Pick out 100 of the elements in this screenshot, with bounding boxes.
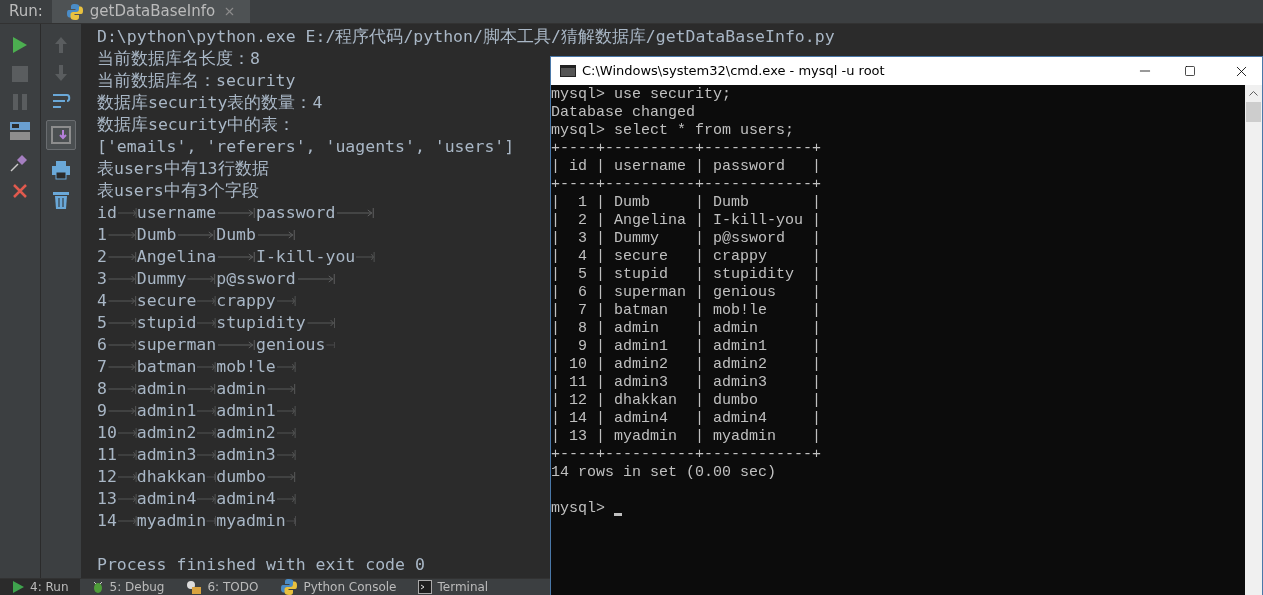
cmd-line: Database changed xyxy=(551,104,696,121)
cmd-line: | 5 | stupid | stupidity | xyxy=(551,266,822,283)
console-value: I-kill-you xyxy=(255,246,356,268)
print-icon[interactable] xyxy=(51,160,71,180)
console-value: dumbo xyxy=(216,466,266,488)
tool-window-tab[interactable]: Terminal xyxy=(407,579,500,595)
pause-icon[interactable] xyxy=(13,94,27,110)
play-icon[interactable] xyxy=(12,36,28,54)
console-window-icon xyxy=(560,65,576,77)
scroll-down-icon xyxy=(51,126,71,144)
tab-arrow-icon xyxy=(196,362,217,372)
scroll-to-end-button[interactable] xyxy=(46,120,76,150)
cmd-line: | 6 | superman | genious | xyxy=(551,284,822,301)
layout-icon[interactable] xyxy=(10,122,30,140)
console-value: myadmin xyxy=(136,510,207,532)
tab-arrow-icon xyxy=(206,472,217,482)
tab-arrow-icon xyxy=(216,340,256,350)
tab-arrow-icon xyxy=(106,318,137,328)
console-line: 当前数据库名：security xyxy=(97,71,296,90)
console-line: 数据库security表的数量：4 xyxy=(97,93,323,112)
cmd-line: | 7 | batman | mob!le | xyxy=(551,302,822,319)
python-icon xyxy=(65,2,84,21)
console-value: p@ssword xyxy=(216,268,296,290)
tab-arrow-icon xyxy=(275,428,296,438)
tool-window-tab[interactable]: 6: TODO xyxy=(175,579,270,595)
tab-arrow-icon xyxy=(325,340,336,350)
tab-arrow-icon xyxy=(255,230,296,240)
todo-icon xyxy=(186,580,203,594)
tab-arrow-icon xyxy=(265,472,296,482)
console-value: admin3 xyxy=(216,444,276,466)
console-value: 11 xyxy=(97,444,117,466)
scrollbar[interactable] xyxy=(1245,85,1262,595)
tab-arrow-icon xyxy=(196,428,217,438)
cmd-line: +----+----------+------------+ xyxy=(551,140,822,157)
tab-arrow-icon xyxy=(216,252,256,262)
console-line: D:\python\python.exe E:/程序代码/python/脚本工具/猜解数据库/getDataBaseInfo.py xyxy=(97,27,835,46)
tab-arrow-icon xyxy=(275,296,296,306)
cmd-line: | 8 | admin | admin | xyxy=(551,320,822,337)
tab-arrow-icon xyxy=(335,208,376,218)
tab-arrow-icon xyxy=(106,252,137,262)
console-value: 13 xyxy=(97,488,117,510)
tab-arrow-icon xyxy=(106,296,137,306)
tab-arrow-icon xyxy=(196,494,217,504)
tab-arrow-icon xyxy=(275,494,296,504)
tool-window-tab[interactable]: 5: Debug xyxy=(79,579,176,595)
tab-arrow-icon xyxy=(106,362,137,372)
tab-arrow-icon xyxy=(305,318,336,328)
cmd-line: | id | username | password | xyxy=(551,158,822,175)
cmd-line: 14 rows in set (0.00 sec) xyxy=(551,464,777,481)
console-value: mob!le xyxy=(216,356,276,378)
tab-arrow-icon xyxy=(196,296,217,306)
console-value: myadmin xyxy=(216,510,286,532)
tab-arrow-icon xyxy=(206,516,217,526)
console-line: 表users中有3个字段 xyxy=(97,181,259,200)
tab-arrow-icon xyxy=(106,406,137,416)
tab-arrow-icon xyxy=(176,230,217,240)
down-arrow-icon[interactable] xyxy=(54,64,68,82)
tab-arrow-icon xyxy=(106,274,137,284)
tab-arrow-icon xyxy=(196,450,217,460)
console-value: superman xyxy=(136,334,217,356)
tool-window-tab[interactable]: Python Console xyxy=(269,579,408,595)
console-line: 数据库security中的表： xyxy=(97,115,296,134)
tab-arrow-icon xyxy=(116,208,137,218)
scrollbar-thumb[interactable] xyxy=(1246,102,1261,122)
scroll-up-icon[interactable] xyxy=(1249,91,1258,96)
cmd-line: | 2 | Angelina | I-kill-you | xyxy=(551,212,822,229)
soft-wrap-icon[interactable] xyxy=(51,92,71,110)
cmd-line: | 1 | Dumb | Dumb | xyxy=(551,194,822,211)
tab-arrow-icon xyxy=(186,274,217,284)
tab-arrow-icon xyxy=(285,516,296,526)
play-icon xyxy=(11,580,25,594)
tab-arrow-icon xyxy=(116,472,137,482)
console-value: 2 xyxy=(97,246,107,268)
console-value: batman xyxy=(136,356,197,378)
cmd-line: | 11 | admin3 | admin3 | xyxy=(551,374,822,391)
tab-arrow-icon xyxy=(355,252,376,262)
cmd-window-title: C:\Windows\system32\cmd.exe - mysql -u root xyxy=(582,62,886,81)
console-value: id xyxy=(97,202,117,224)
pin-icon[interactable] xyxy=(10,152,30,172)
cmd-line: | 14 | admin4 | admin4 | xyxy=(551,410,822,427)
console-value: admin xyxy=(136,378,187,400)
console-value: 4 xyxy=(97,290,107,312)
cmd-line: | 12 | dhakkan | dumbo | xyxy=(551,392,822,409)
tool-window-tab[interactable]: 4: Run xyxy=(0,579,80,595)
console-value: username xyxy=(136,202,217,224)
console-value: Dummy xyxy=(136,268,187,290)
maximize-icon[interactable] xyxy=(1184,65,1196,77)
tab-arrow-icon xyxy=(186,384,217,394)
console-line: 当前数据库名长度：8 xyxy=(97,49,260,68)
console-value: admin2 xyxy=(216,422,276,444)
console-value: Angelina xyxy=(136,246,217,268)
up-arrow-icon[interactable] xyxy=(54,36,68,54)
console-value: stupidity xyxy=(216,312,306,334)
tab-arrow-icon xyxy=(196,406,217,416)
console-value: crappy xyxy=(216,290,276,312)
console-value: 12 xyxy=(97,466,117,488)
trash-icon[interactable] xyxy=(52,190,70,210)
cmd-line: +----+----------+------------+ xyxy=(551,446,822,463)
cmd-line: | 10 | admin2 | admin2 | xyxy=(551,356,822,373)
run-tab[interactable]: getDataBaseInfo xyxy=(51,0,251,23)
